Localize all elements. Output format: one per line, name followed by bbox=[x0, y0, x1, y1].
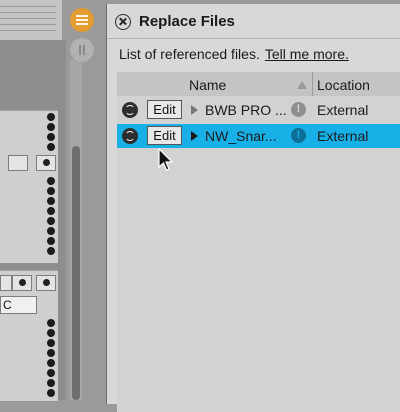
file-location: External bbox=[317, 128, 369, 144]
device-panel-lower bbox=[0, 270, 58, 401]
expand-triangle-icon[interactable] bbox=[191, 131, 198, 141]
warning-icon: ! bbox=[291, 102, 306, 117]
replace-files-dialog: Replace Files List of referenced files. T… bbox=[106, 4, 400, 412]
dialog-description: List of referenced files. Tell me more. bbox=[119, 46, 349, 62]
column-header-location[interactable]: Location bbox=[317, 77, 370, 93]
table-header: Name Location bbox=[117, 72, 400, 96]
edit-button[interactable]: Edit bbox=[147, 100, 182, 119]
description-text: List of referenced files. bbox=[119, 46, 260, 62]
record-toggle-button[interactable] bbox=[8, 155, 28, 171]
left-edge-button[interactable] bbox=[0, 275, 12, 291]
table-row-selected[interactable]: Edit NW_Snar... ! External bbox=[117, 124, 400, 148]
monitor-button[interactable] bbox=[36, 275, 56, 291]
column-divider[interactable] bbox=[312, 72, 313, 96]
column-header-name[interactable]: Name bbox=[189, 77, 226, 93]
dialog-title: Replace Files bbox=[139, 13, 235, 30]
sync-icon[interactable] bbox=[122, 128, 138, 144]
help-link[interactable]: Tell me more. bbox=[265, 46, 349, 62]
key-field[interactable]: C bbox=[0, 296, 37, 314]
expand-triangle-icon[interactable] bbox=[191, 105, 198, 115]
sort-ascending-icon[interactable] bbox=[297, 81, 307, 89]
sync-icon[interactable] bbox=[122, 102, 138, 118]
led-column-upper bbox=[46, 113, 56, 153]
hamburger-icon[interactable] bbox=[70, 8, 94, 32]
file-location: External bbox=[317, 102, 369, 118]
warning-icon: ! bbox=[291, 128, 306, 143]
clock-toggle-button[interactable] bbox=[36, 155, 56, 171]
close-icon[interactable] bbox=[115, 14, 131, 30]
led-column-middle bbox=[46, 177, 56, 257]
led-column-lower bbox=[46, 319, 56, 399]
edit-button[interactable]: Edit bbox=[147, 126, 182, 145]
table-row[interactable]: Edit BWB PRO ... ! External bbox=[117, 98, 400, 122]
dialog-titlebar: Replace Files bbox=[107, 4, 400, 39]
scrollbar-thumb[interactable] bbox=[72, 146, 80, 400]
pause-icon[interactable] bbox=[70, 38, 94, 62]
left-top-panel bbox=[0, 0, 62, 40]
device-panel-upper bbox=[0, 110, 58, 263]
mouse-cursor-icon bbox=[158, 148, 174, 171]
file-name: BWB PRO ... bbox=[205, 102, 287, 118]
referenced-files-table: Name Location Edit BWB PRO ... ! Externa… bbox=[117, 72, 400, 412]
record-arm-button[interactable] bbox=[12, 275, 32, 291]
file-name: NW_Snar... bbox=[205, 128, 277, 144]
